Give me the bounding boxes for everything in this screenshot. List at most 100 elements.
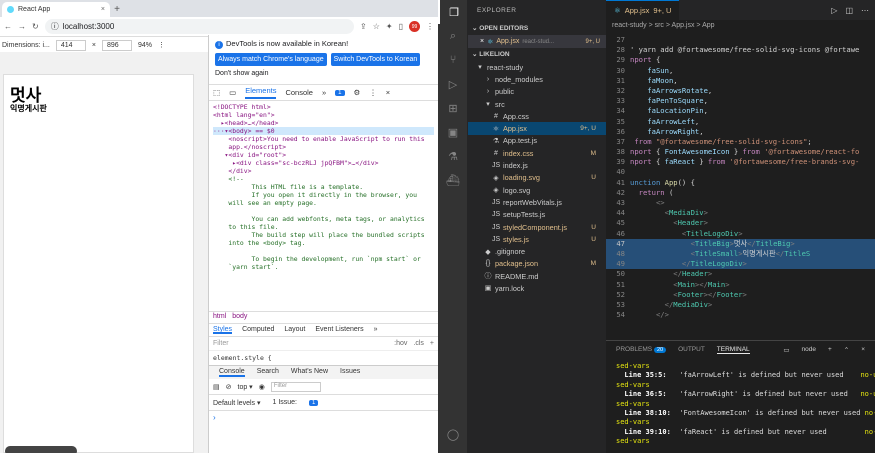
code-line[interactable]: 36 faArrowRight, <box>606 127 875 137</box>
elements-tree[interactable]: <!DOCTYPE html> <html lang="en"> ▸<head>…… <box>209 101 438 311</box>
code-line[interactable]: 47 < TitleBig > 멋사 </TitleBig > <box>606 238 875 249</box>
extensions-icon[interactable]: ⊞ <box>438 96 468 120</box>
address-bar[interactable]: ⓘ localhost:3000 <box>44 19 355 34</box>
dom-node-line[interactable]: The build step will place the bundled sc… <box>213 231 434 239</box>
sidebar-icon[interactable]: ▤ <box>213 383 220 391</box>
search-icon[interactable]: ⌕ <box>438 24 468 48</box>
dom-node-line[interactable]: ▸<div class="sc-bczRLJ jpQFBM">…</div> <box>213 159 434 167</box>
tree-item[interactable]: ◆ .gitignore <box>468 245 606 257</box>
dom-node-line[interactable]: `yarn start`. <box>213 263 434 271</box>
code-line[interactable]: 41 unction App() { <box>606 178 875 188</box>
sidepanel-icon[interactable]: ▯ <box>399 22 403 31</box>
tree-item[interactable]: JS setupTests.js <box>468 209 606 221</box>
terminal-output[interactable]: sed-vars Line 35:5: 'faArrowLeft' is def… <box>606 358 875 451</box>
code-line[interactable]: 53 </MediaDiv > <box>606 300 875 310</box>
code-line[interactable]: 27 <box>606 35 875 45</box>
star-icon[interactable]: ☆ <box>373 22 380 31</box>
new-terminal-icon[interactable]: + <box>828 346 832 353</box>
code-line[interactable]: 45 < Header > <box>606 218 875 228</box>
clear-icon[interactable]: ⊘ <box>226 383 232 391</box>
code-line[interactable]: 31 faMoon, <box>606 76 875 86</box>
tree-item[interactable]: # index.css M <box>468 147 606 159</box>
code-line[interactable]: 33 faPenToSquare, <box>606 96 875 106</box>
explorer-icon[interactable]: ❐ <box>438 0 468 24</box>
code-line[interactable]: 54 </> <box>606 310 875 320</box>
dom-node-line[interactable]: <noscript>You need to enable JavaScript … <box>213 135 434 143</box>
code-line[interactable]: 42 return ( <box>606 188 875 198</box>
close-icon[interactable]: × <box>480 38 484 45</box>
tree-item[interactable]: ▾ src <box>468 98 606 110</box>
tree-item[interactable]: ▾ react-study <box>468 61 606 73</box>
tab-close-icon[interactable]: × <box>101 6 105 13</box>
dom-node-line[interactable] <box>213 247 434 255</box>
run-debug-icon[interactable]: ▷ <box>438 72 468 96</box>
tree-item[interactable]: ⓘ README.md <box>468 270 606 282</box>
dom-node-line[interactable]: This HTML file is a template. <box>213 183 434 191</box>
dom-node-line[interactable]: into the <body> tag. <box>213 239 434 247</box>
source-control-icon[interactable]: ⑂ <box>438 48 468 72</box>
tab-more[interactable]: » <box>322 88 326 97</box>
close-icon[interactable]: × <box>386 88 390 97</box>
issues-badge[interactable]: 1 <box>335 89 345 96</box>
inspect-icon[interactable]: ⬚ <box>213 88 220 97</box>
tab-drawer-console[interactable]: Console <box>219 368 245 377</box>
dont-show-button[interactable]: Don't show again <box>215 70 432 77</box>
dom-node-line[interactable]: ▸<head>…</head> <box>213 119 434 127</box>
run-icon[interactable]: ▷ <box>831 6 837 15</box>
issue-count-badge[interactable]: 1 <box>309 399 319 406</box>
tree-item[interactable]: › node_modules <box>468 73 606 85</box>
code-line[interactable]: 50 </Header > <box>606 269 875 279</box>
crumb-body[interactable]: body <box>232 313 247 322</box>
tree-item[interactable]: JS styles.js U <box>468 233 606 245</box>
dom-node-line[interactable]: ▾<div id="root"> <box>213 151 434 159</box>
new-tab-button[interactable]: + <box>110 2 124 17</box>
tab-problems[interactable]: PROBLEMS 20 <box>616 346 667 353</box>
account-icon[interactable]: ◯ <box>438 422 468 446</box>
console-filter-input[interactable]: Filter <box>270 381 321 392</box>
tab-console[interactable]: Console <box>285 88 313 97</box>
close-panel-icon[interactable]: × <box>861 346 865 353</box>
tree-item[interactable]: ⚗ App.test.js <box>468 135 606 147</box>
share-icon[interactable]: ⇪ <box>360 22 367 31</box>
dom-node-line[interactable]: ···▾<body> == $0 <box>213 127 434 135</box>
browser-tab[interactable]: React App × <box>2 2 110 17</box>
settings-icon[interactable]: ⚙ <box>354 88 361 97</box>
tree-item[interactable]: JS reportWebVitals.js <box>468 196 606 208</box>
tree-item[interactable]: JS index.js <box>468 159 606 171</box>
dom-node-line[interactable]: <!-- <box>213 175 434 183</box>
code-area[interactable]: 27 28 ' yarn add @fortawesome/free-solid-s… <box>606 35 875 340</box>
dom-node-line[interactable] <box>213 207 434 215</box>
filter-input[interactable]: Filter <box>213 340 388 347</box>
crumb-html[interactable]: html <box>213 313 226 322</box>
tab-event-listeners[interactable]: Event Listeners <box>315 326 363 334</box>
height-input[interactable]: 896 <box>101 39 132 51</box>
tab-issues[interactable]: Issues <box>340 368 360 377</box>
docker-icon[interactable]: ⛴ <box>438 168 468 192</box>
tree-item[interactable]: › public <box>468 86 606 98</box>
kebab-icon[interactable]: ⋮ <box>369 88 377 97</box>
split-editor-icon[interactable]: ◫ <box>845 6 853 15</box>
hov-toggle[interactable]: :hov <box>394 340 407 347</box>
issue-link[interactable]: 1 Issue: <box>272 399 297 406</box>
forward-icon[interactable]: → <box>18 22 26 31</box>
tab-styles[interactable]: Styles <box>213 326 233 334</box>
console-prompt[interactable]: › <box>209 411 438 424</box>
testing-icon[interactable]: ⚗ <box>438 144 468 168</box>
open-editor-item[interactable]: × ⚛ App.jsx react-stud... 9+, U <box>468 35 606 48</box>
device-icon[interactable]: ▭ <box>229 88 236 97</box>
maximize-icon[interactable]: ⌃ <box>844 346 849 354</box>
code-line[interactable]: 30 faSun, <box>606 66 875 76</box>
tab-more[interactable]: » <box>374 326 378 334</box>
levels-select[interactable]: Default levels ▾ <box>213 399 260 407</box>
dom-node-line[interactable]: If you open it directly in the browser, … <box>213 191 434 199</box>
back-icon[interactable]: ← <box>4 22 12 31</box>
code-line[interactable]: 43 <> <box>606 198 875 208</box>
add-rule-button[interactable]: + <box>430 340 434 347</box>
open-editors-header[interactable]: ⌄ OPEN EDITORS <box>468 22 606 35</box>
extensions-icon[interactable]: ✦ <box>386 22 393 31</box>
code-line[interactable]: 40 <box>606 167 875 177</box>
code-line[interactable]: 28 ' yarn add @fortawesome/free-solid-svg… <box>606 45 875 55</box>
tab-computed[interactable]: Computed <box>242 326 274 334</box>
switch-korean-button[interactable]: Switch DevTools to Korean <box>330 53 421 66</box>
code-line[interactable]: 34 faLocationPin, <box>606 106 875 116</box>
